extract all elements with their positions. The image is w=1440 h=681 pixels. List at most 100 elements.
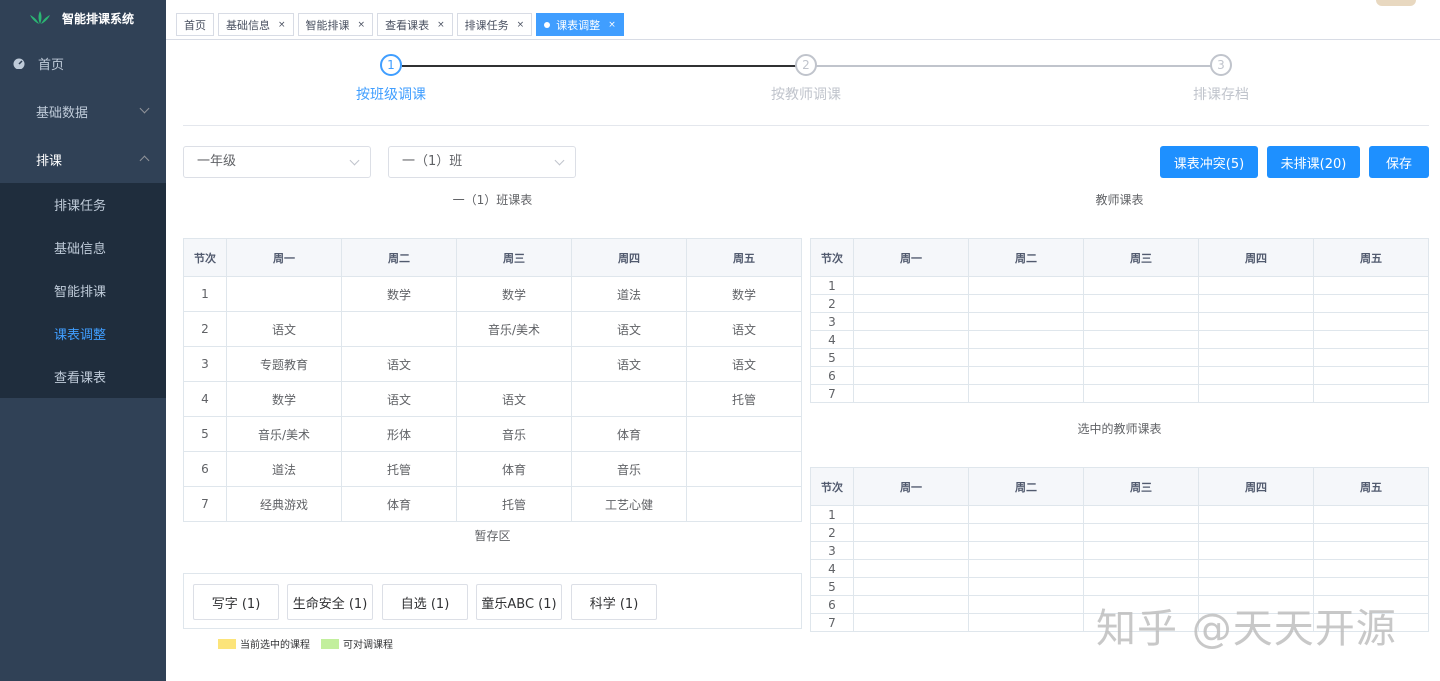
- menu-basic-data[interactable]: 基础数据: [0, 87, 166, 135]
- course-cell[interactable]: 托管: [341, 451, 457, 487]
- submenu-item-tasks[interactable]: 排课任务: [0, 183, 166, 226]
- save-button[interactable]: 保存: [1369, 146, 1429, 178]
- course-cell[interactable]: 数学: [226, 381, 342, 417]
- step-3[interactable]: 3 排课存档: [1151, 54, 1291, 104]
- course-cell[interactable]: 语文: [341, 346, 457, 382]
- course-cell[interactable]: 工艺心健: [571, 486, 687, 522]
- course-cell[interactable]: [853, 384, 969, 403]
- submenu-item-basic-info[interactable]: 基础信息: [0, 226, 166, 269]
- submenu-item-view-timetable[interactable]: 查看课表: [0, 355, 166, 398]
- course-cell[interactable]: [1313, 312, 1429, 331]
- course-cell[interactable]: [226, 276, 342, 312]
- course-cell[interactable]: 音乐/美术: [226, 416, 342, 452]
- course-cell[interactable]: [968, 384, 1084, 403]
- close-icon[interactable]: ×: [437, 20, 445, 30]
- unscheduled-button[interactable]: 未排课(20): [1267, 146, 1360, 178]
- close-icon[interactable]: ×: [358, 20, 366, 30]
- course-cell[interactable]: 数学: [686, 276, 802, 312]
- course-cell[interactable]: [686, 451, 802, 487]
- course-cell[interactable]: [968, 366, 1084, 385]
- course-cell[interactable]: [1083, 312, 1199, 331]
- course-cell[interactable]: 经典游戏: [226, 486, 342, 522]
- course-cell[interactable]: [1198, 348, 1314, 367]
- course-cell[interactable]: [853, 523, 969, 542]
- submenu-item-adjust-timetable[interactable]: 课表调整: [0, 312, 166, 355]
- course-cell[interactable]: [968, 505, 1084, 524]
- course-cell[interactable]: [1083, 384, 1199, 403]
- course-cell[interactable]: 语文: [571, 346, 687, 382]
- course-cell[interactable]: [853, 294, 969, 313]
- staged-course[interactable]: 童乐ABC (1): [476, 584, 562, 620]
- course-cell[interactable]: [968, 348, 1084, 367]
- tag-smart-schedule[interactable]: 智能排课 ×: [297, 13, 374, 36]
- course-cell[interactable]: 语文: [686, 311, 802, 347]
- course-cell[interactable]: [686, 416, 802, 452]
- course-cell[interactable]: [1313, 276, 1429, 295]
- tag-scheduling-tasks[interactable]: 排课任务 ×: [456, 13, 533, 36]
- close-icon[interactable]: ×: [517, 20, 525, 30]
- course-cell[interactable]: 道法: [571, 276, 687, 312]
- step-2[interactable]: 2 按教师调课: [736, 54, 876, 104]
- staged-course[interactable]: 生命安全 (1): [287, 584, 373, 620]
- course-cell[interactable]: [1198, 294, 1314, 313]
- menu-home[interactable]: 首页: [0, 39, 166, 87]
- course-cell[interactable]: 语文: [226, 311, 342, 347]
- course-cell[interactable]: [968, 523, 1084, 542]
- course-cell[interactable]: [853, 366, 969, 385]
- course-cell[interactable]: 数学: [456, 276, 572, 312]
- course-cell[interactable]: [1198, 505, 1314, 524]
- course-cell[interactable]: [968, 577, 1084, 596]
- course-cell[interactable]: 专题教育: [226, 346, 342, 382]
- course-cell[interactable]: [1198, 559, 1314, 578]
- course-cell[interactable]: 音乐: [571, 451, 687, 487]
- course-cell[interactable]: [1198, 523, 1314, 542]
- course-cell[interactable]: [1198, 276, 1314, 295]
- course-cell[interactable]: 语文: [571, 311, 687, 347]
- course-cell[interactable]: 体育: [341, 486, 457, 522]
- course-cell[interactable]: [1313, 348, 1429, 367]
- course-cell[interactable]: 语文: [686, 346, 802, 382]
- app-logo[interactable]: 智能排课系统: [0, 0, 166, 36]
- course-cell[interactable]: [1083, 523, 1199, 542]
- close-icon[interactable]: ×: [608, 20, 616, 30]
- course-cell[interactable]: [968, 559, 1084, 578]
- staged-course[interactable]: 自选 (1): [382, 584, 468, 620]
- class-select[interactable]: 一（1）班: [388, 146, 576, 178]
- course-cell[interactable]: [1083, 276, 1199, 295]
- course-cell[interactable]: [341, 311, 457, 347]
- course-cell[interactable]: 托管: [686, 381, 802, 417]
- course-cell[interactable]: 语文: [341, 381, 457, 417]
- grade-select[interactable]: 一年级: [183, 146, 371, 178]
- course-cell[interactable]: [853, 541, 969, 560]
- staged-course[interactable]: 写字 (1): [193, 584, 279, 620]
- course-cell[interactable]: [853, 348, 969, 367]
- course-cell[interactable]: [968, 330, 1084, 349]
- course-cell[interactable]: [853, 577, 969, 596]
- submenu-item-smart-schedule[interactable]: 智能排课: [0, 269, 166, 312]
- course-cell[interactable]: [853, 559, 969, 578]
- course-cell[interactable]: [968, 613, 1084, 632]
- course-cell[interactable]: [853, 312, 969, 331]
- course-cell[interactable]: 托管: [456, 486, 572, 522]
- course-cell[interactable]: [968, 294, 1084, 313]
- course-cell[interactable]: [1313, 330, 1429, 349]
- course-cell[interactable]: [1083, 294, 1199, 313]
- course-cell[interactable]: [1083, 348, 1199, 367]
- course-cell[interactable]: [968, 312, 1084, 331]
- course-cell[interactable]: [1198, 312, 1314, 331]
- course-cell[interactable]: [1313, 559, 1429, 578]
- staged-course[interactable]: 科学 (1): [571, 584, 657, 620]
- course-cell[interactable]: [1198, 541, 1314, 560]
- course-cell[interactable]: [853, 613, 969, 632]
- course-cell[interactable]: [1198, 330, 1314, 349]
- course-cell[interactable]: 体育: [456, 451, 572, 487]
- course-cell[interactable]: [853, 276, 969, 295]
- course-cell[interactable]: [1313, 541, 1429, 560]
- course-cell[interactable]: [1083, 366, 1199, 385]
- menu-scheduling[interactable]: 排课: [0, 135, 166, 183]
- course-cell[interactable]: [853, 595, 969, 614]
- course-cell[interactable]: [571, 381, 687, 417]
- course-cell[interactable]: [686, 486, 802, 522]
- course-cell[interactable]: [1313, 294, 1429, 313]
- course-cell[interactable]: 体育: [571, 416, 687, 452]
